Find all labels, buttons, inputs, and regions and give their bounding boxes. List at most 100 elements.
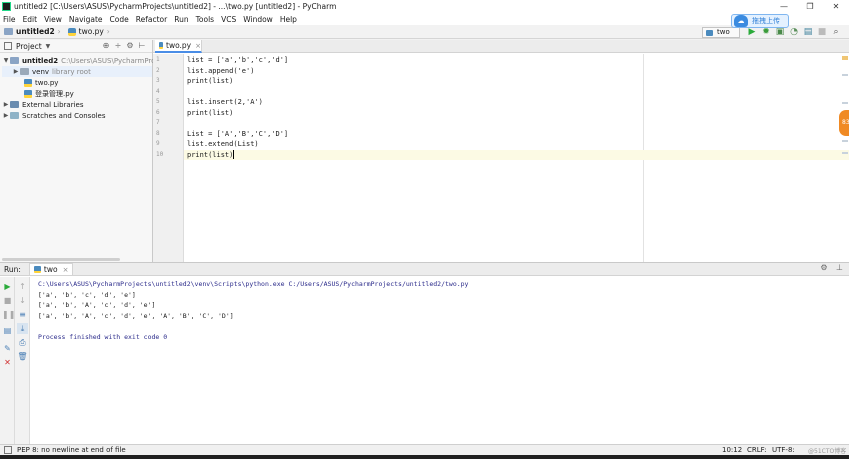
tree-item-login-py[interactable]: 登录管理.py (24, 88, 74, 99)
breadcrumb-file[interactable]: two.py (79, 27, 104, 36)
code-editor: two.py × 1 2 3 4 5 6 7 8 9 10 list = ['a… (153, 40, 849, 262)
run-config-select[interactable]: two (702, 27, 740, 38)
expanded-arrow-icon[interactable]: ▼ (2, 57, 10, 64)
occurrence-marker[interactable] (842, 102, 848, 104)
pycharm-logo-icon (2, 2, 11, 11)
menu-help[interactable]: Help (280, 15, 297, 24)
menu-navigate[interactable]: Navigate (69, 15, 103, 24)
code-line[interactable]: list = ['a','b','c','d'] (184, 55, 849, 66)
pause-icon[interactable]: ❚❚ (2, 309, 15, 320)
concurrency-icon[interactable]: ▤ (801, 26, 815, 38)
menu-file[interactable]: File (3, 15, 16, 24)
tree-item-scratches[interactable]: ▶ Scratches and Consoles (2, 110, 106, 121)
tool-window-toggle-icon[interactable] (4, 446, 12, 454)
caret-position[interactable]: 10:12 (722, 446, 742, 454)
run-toolbar-primary: ▶ ■ ❚❚ ▤ ✎ ✕ (0, 277, 15, 445)
maximize-button[interactable]: ❐ (797, 0, 823, 13)
taskbar-strip (0, 455, 849, 459)
collapse-all-icon[interactable]: ÷ (112, 41, 124, 50)
code-line[interactable]: list.insert(2,'A') (184, 97, 849, 108)
project-panel-title[interactable]: Project (16, 42, 42, 51)
restore-layout-icon[interactable]: ▤ (2, 325, 13, 336)
gear-icon[interactable]: ⚙ (820, 263, 827, 272)
close-icon[interactable]: × (195, 42, 201, 50)
trash-icon[interactable]: 🗑 (17, 351, 28, 362)
breadcrumb: untitled2 › two.py › (4, 27, 113, 36)
error-stripe[interactable] (841, 54, 849, 262)
line-number: 1 (156, 56, 160, 63)
floating-badge[interactable]: 83 (839, 110, 849, 136)
chevron-down-icon[interactable]: ▼ (46, 43, 51, 50)
text-caret (233, 150, 235, 159)
occurrence-marker[interactable] (842, 74, 848, 76)
code-line[interactable]: list.append('e') (184, 66, 849, 77)
profile-icon[interactable]: ◔ (787, 26, 801, 38)
line-number: 2 (156, 66, 160, 74)
occurrence-marker[interactable] (842, 140, 848, 142)
run-panel: Run: two × ⚙ ⊥ ▶ ■ ❚❚ ▤ ✎ ✕ ↑ ↓ ≡ ⤓ ⎙ 🗑 … (0, 262, 849, 445)
run-panel-label: Run: (4, 264, 21, 274)
menu-run[interactable]: Run (174, 15, 188, 24)
collapsed-arrow-icon[interactable]: ▶ (2, 112, 10, 119)
tree-item-two-py[interactable]: two.py (24, 77, 58, 88)
menu-bar: File Edit View Navigate Code Refactor Ru… (0, 13, 849, 25)
code-line[interactable]: print(list) (184, 108, 849, 119)
menu-edit[interactable]: Edit (23, 15, 38, 24)
code-line[interactable] (184, 118, 849, 129)
stop-icon[interactable]: ■ (815, 26, 829, 38)
warning-marker[interactable] (842, 56, 848, 60)
arrow-up-icon[interactable]: ↑ (17, 281, 28, 292)
minimize-button[interactable]: — (771, 0, 797, 13)
code-line-text: print(list) (187, 150, 234, 159)
tree-item-venv[interactable]: ▶ venv library root (2, 66, 152, 77)
status-message[interactable]: PEP 8: no newline at end of file (17, 446, 126, 454)
code-area[interactable]: list = ['a','b','c','d'] list.append('e'… (184, 54, 849, 262)
collapsed-arrow-icon[interactable]: ▶ (2, 101, 10, 108)
code-line[interactable] (184, 87, 849, 98)
menu-code[interactable]: Code (110, 15, 129, 24)
hide-panel-icon[interactable]: ⊢ (136, 41, 148, 50)
stop-icon[interactable]: ■ (2, 295, 13, 306)
console-output[interactable]: C:\Users\ASUS\PycharmProjects\untitled2\… (36, 277, 846, 445)
close-icon[interactable]: × (63, 266, 69, 274)
print-icon[interactable]: ⎙ (17, 337, 28, 348)
pin-icon[interactable]: ✎ (2, 343, 13, 354)
gear-icon[interactable]: ⚙ (124, 41, 136, 50)
line-number: 6 (156, 108, 160, 116)
line-number: 10 (156, 150, 164, 158)
python-file-icon (159, 42, 163, 49)
breadcrumb-separator-icon: › (57, 27, 61, 36)
menu-vcs[interactable]: VCS (221, 15, 236, 24)
arrow-down-icon[interactable]: ↓ (17, 295, 28, 306)
close-icon[interactable]: ✕ (2, 357, 13, 368)
python-file-icon (33, 266, 41, 273)
close-button[interactable]: ✕ (823, 0, 849, 13)
menu-refactor[interactable]: Refactor (136, 15, 167, 24)
upload-badge-label: 拖拽上传 (752, 17, 780, 25)
hide-panel-icon[interactable]: ⊥ (836, 263, 843, 272)
horizontal-scrollbar[interactable] (2, 258, 120, 261)
menu-view[interactable]: View (44, 15, 62, 24)
file-encoding[interactable]: UTF-8: (772, 446, 795, 454)
occurrence-marker[interactable] (842, 152, 848, 154)
soft-wrap-icon[interactable]: ≡ (17, 309, 28, 320)
upload-badge[interactable]: ☁ 拖拽上传 (731, 14, 789, 28)
code-line-current[interactable]: print(list) (184, 149, 849, 160)
code-line[interactable]: List = ['A','B','C','D'] (184, 129, 849, 140)
tree-item-label: Scratches and Consoles (22, 111, 106, 120)
breadcrumb-project[interactable]: untitled2 (16, 27, 55, 36)
rerun-icon[interactable]: ▶ (2, 281, 13, 292)
run-tab-two[interactable]: two × (28, 263, 74, 275)
console-line: C:\Users\ASUS\PycharmProjects\untitled2\… (38, 280, 469, 288)
locate-icon[interactable]: ⊕ (100, 41, 112, 50)
search-icon[interactable]: ⌕ (829, 26, 843, 38)
collapsed-arrow-icon[interactable]: ▶ (12, 68, 20, 75)
line-separator[interactable]: CRLF: (747, 446, 767, 454)
code-line[interactable]: list.extend(List) (184, 139, 849, 150)
tree-item-external-libraries[interactable]: ▶ External Libraries (2, 99, 84, 110)
scroll-to-end-icon[interactable]: ⤓ (17, 323, 28, 334)
menu-tools[interactable]: Tools (196, 15, 214, 24)
menu-window[interactable]: Window (243, 15, 273, 24)
editor-tab-two-py[interactable]: two.py × (155, 40, 202, 53)
code-line[interactable]: print(list) (184, 76, 849, 87)
